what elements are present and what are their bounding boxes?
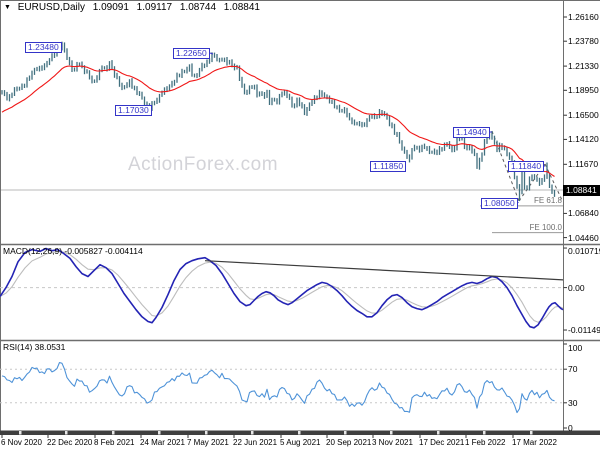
date-axis-label: 6 Nov 2020 <box>1 438 42 447</box>
price-annotation: 1.14940 <box>453 127 490 138</box>
price-annotation: 1.11840 <box>508 161 545 172</box>
chart-title: ▼ EURUSD,Daily 1.09091 1.09117 1.08744 1… <box>4 2 260 13</box>
date-axis-label: 8 Feb 2021 <box>94 438 135 447</box>
price-axis-label: 1.23780 <box>568 36 599 47</box>
date-axis-label: 1 Feb 2022 <box>465 438 506 447</box>
macd-axis-label: 0.00 <box>568 282 585 293</box>
chart-window: ActionForex.com ▼ EURUSD,Daily 1.09091 1… <box>0 0 600 450</box>
low-price-value: 1.08744 <box>179 2 217 13</box>
date-axis-label: 17 Mar 2022 <box>512 438 557 447</box>
price-axis-label: 1.06840 <box>568 208 599 219</box>
price-annotation: 1.08050 <box>481 198 518 209</box>
symbol-dropdown-icon[interactable]: ▼ <box>4 4 11 11</box>
date-axis-label: 20 Sep 2021 <box>326 438 372 447</box>
price-axis-label: 1.16500 <box>568 110 599 121</box>
date-axis-label: 22 Jun 2021 <box>233 438 278 447</box>
macd-axis-label: -0.011499 <box>568 325 600 336</box>
current-price-tag: 1.08841 <box>563 184 600 196</box>
rsi-axis-label: 30 <box>568 397 578 408</box>
date-axis-label: 22 Dec 2020 <box>47 438 93 447</box>
price-annotation: 1.17030 <box>115 105 152 116</box>
macd-axis-label: 0.010719 <box>568 246 600 256</box>
date-axis-label: 24 Mar 2021 <box>140 438 185 447</box>
rsi-axis-label: 100 <box>568 342 583 353</box>
high-price-value: 1.09117 <box>136 2 173 13</box>
date-axis-label: 5 Aug 2021 <box>280 438 321 447</box>
date-axis-label: 17 Dec 2021 <box>419 438 465 447</box>
close-price-value: 1.08841 <box>223 2 260 13</box>
price-annotation: 1.11850 <box>370 161 407 172</box>
rsi-axis-label: 70 <box>568 364 578 375</box>
date-axis-label: 7 May 2021 <box>187 438 229 447</box>
symbol-timeframe-label: EURUSD,Daily <box>17 2 85 13</box>
price-annotation: 1.22650 <box>173 48 210 59</box>
price-annotation: 1.23480 <box>25 42 62 53</box>
price-axis-label: 1.21330 <box>568 61 599 72</box>
price-axis-label: 1.04460 <box>568 232 599 243</box>
price-axis-label: 1.11670 <box>568 159 599 170</box>
price-axis-label: 1.14120 <box>568 134 599 145</box>
macd-indicator-label: MACD(12,26,9) -0.005827 -0.004114 <box>3 246 143 256</box>
open-price-value: 1.09091 <box>92 2 129 13</box>
price-axis-label: 1.26160 <box>568 12 599 22</box>
rsi-indicator-label: RSI(14) 38.0531 <box>3 342 66 352</box>
rsi-axis-label: 0 <box>568 423 573 433</box>
price-axis-label: 1.18950 <box>568 85 599 96</box>
date-axis-label: 3 Nov 2021 <box>372 438 413 447</box>
fib-expansion-100-label: FE 100.0 <box>529 222 562 232</box>
